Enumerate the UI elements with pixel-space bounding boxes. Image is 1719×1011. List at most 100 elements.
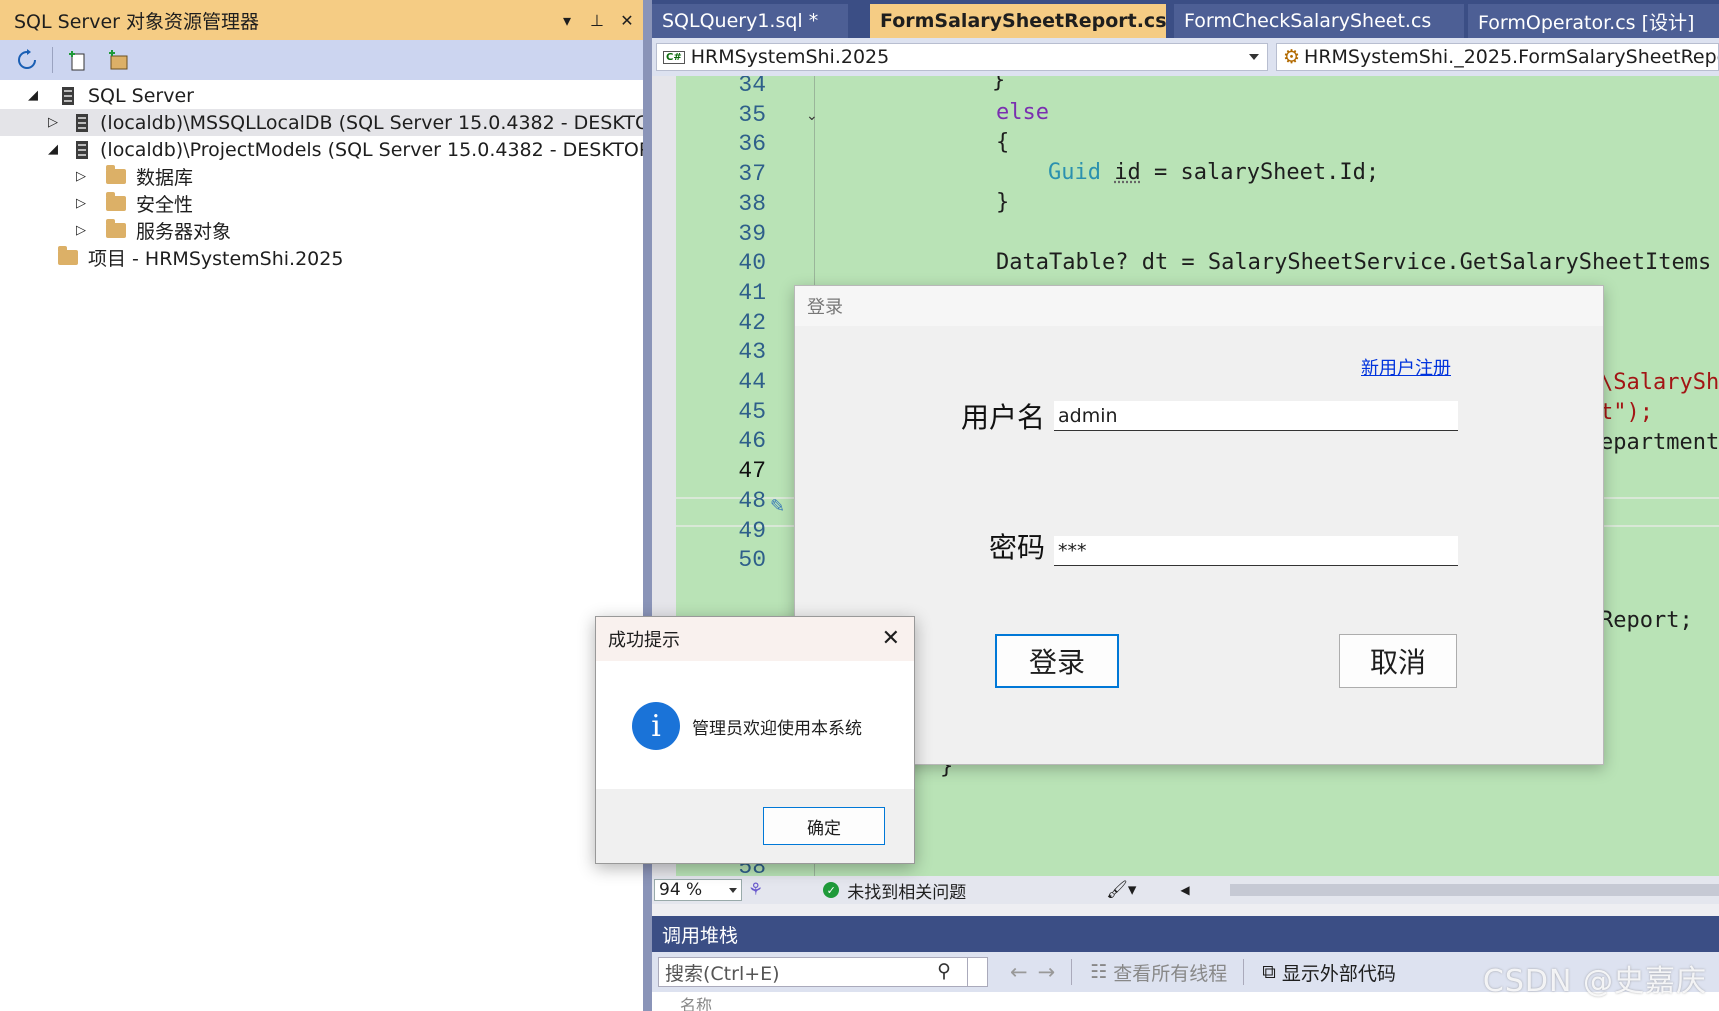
callstack-titlebar: 调用堆栈 bbox=[652, 916, 1719, 952]
expand-arrow-icon[interactable]: ▷ bbox=[72, 223, 90, 238]
class-combo[interactable]: ⚙ HRMSystemShi._2025.FormSalarySheetRepo… bbox=[1276, 43, 1719, 71]
chevron-down-icon bbox=[1249, 54, 1259, 60]
fold-collapse-icon[interactable]: ⌄ bbox=[806, 108, 818, 124]
tab-formchecksalarysheet[interactable]: FormCheckSalarySheet.cs bbox=[1174, 4, 1464, 38]
tree-node[interactable]: ▷ 服务器对象 bbox=[0, 217, 643, 244]
tree-node[interactable]: ◢ SQL Server bbox=[0, 82, 643, 109]
horizontal-scrollbar[interactable] bbox=[1229, 884, 1719, 896]
search-input[interactable]: 搜索(Ctrl+E) bbox=[665, 959, 780, 986]
code-token-variable: id bbox=[1114, 160, 1141, 185]
explorer-titlebar: SQL Server 对象资源管理器 ▾ ⊥ ✕ bbox=[0, 0, 643, 40]
collapse-arrow-icon[interactable]: ◢ bbox=[24, 88, 42, 103]
editor-status-bar: 94 % ⚘ ✓ 未找到相关问题 🖌▾ ◀ bbox=[652, 876, 1719, 904]
tree-node[interactable]: 项目 - HRMSystemShi.2025 bbox=[0, 244, 643, 271]
line-number: 35 bbox=[738, 101, 766, 128]
line-number: 48 bbox=[738, 487, 766, 514]
add-server-icon[interactable] bbox=[63, 45, 93, 75]
username-input[interactable]: admin bbox=[1054, 401, 1458, 431]
collapse-arrow-icon[interactable]: ◢ bbox=[48, 142, 58, 157]
zoom-value: 94 % bbox=[659, 880, 703, 900]
server-icon bbox=[56, 85, 80, 107]
tab-sqlquery1[interactable]: SQLQuery1.sql * bbox=[652, 4, 848, 38]
project-combo[interactable]: C# HRMSystemShi.2025 bbox=[656, 43, 1268, 71]
message-text: 管理员欢迎使用本系统 bbox=[692, 718, 862, 739]
tree-node-label: 数据库 bbox=[136, 167, 194, 189]
line-number: 42 bbox=[738, 309, 766, 336]
back-arrow-icon[interactable]: ← bbox=[1010, 960, 1028, 984]
tree-node[interactable]: ▷ 数据库 bbox=[0, 163, 643, 190]
expand-arrow-icon[interactable]: ▷ bbox=[72, 169, 90, 184]
forward-arrow-icon[interactable]: → bbox=[1038, 960, 1056, 984]
tree-node[interactable]: ◢ (localdb)\ProjectModels (SQL Server 15.… bbox=[0, 136, 643, 163]
line-number: 36 bbox=[738, 131, 766, 158]
register-link[interactable]: 新用户注册 bbox=[1361, 354, 1451, 380]
tab-label: FormOperator.cs [设计] bbox=[1478, 11, 1695, 34]
code-line-34: } bbox=[992, 76, 1006, 93]
search-icon[interactable]: ⚲ bbox=[937, 960, 951, 982]
expand-arrow-icon[interactable]: ▷ bbox=[48, 115, 58, 130]
search-dropdown[interactable] bbox=[967, 958, 987, 986]
navigation-bar: C# HRMSystemShi.2025 ⚙ HRMSystemShi._202… bbox=[652, 38, 1719, 76]
cleanup-brush-icon[interactable]: 🖌▾ bbox=[1106, 880, 1136, 900]
object-explorer-panel: SQL Server 对象资源管理器 ▾ ⊥ ✕ ◢ SQL Server ▷ (lo… bbox=[0, 0, 652, 1011]
success-message-box: 成功提示 ✕ i 管理员欢迎使用本系统 确定 bbox=[595, 616, 915, 864]
document-tabs: SQLQuery1.sql * FormSalarySheetReport.cs… bbox=[652, 0, 1719, 38]
copilot-icon[interactable]: ⚘ bbox=[748, 880, 763, 900]
line-number: 34 bbox=[738, 76, 766, 98]
message-titlebar: 成功提示 ✕ bbox=[596, 617, 914, 661]
threads-icon: ☷ bbox=[1090, 961, 1108, 983]
tab-formsalarysheetreport[interactable]: FormSalarySheetReport.cs ⊣ ✕ bbox=[870, 4, 1224, 38]
expand-arrow-icon[interactable]: ▷ bbox=[72, 196, 90, 211]
close-icon[interactable]: ✕ bbox=[882, 626, 900, 651]
issues-status[interactable]: 未找到相关问题 bbox=[847, 878, 966, 903]
add-project-icon[interactable] bbox=[103, 45, 133, 75]
dropdown-icon[interactable]: ▾ bbox=[553, 6, 581, 34]
watermark: CSDN @史嘉庆 bbox=[1482, 964, 1707, 999]
zoom-selector[interactable]: 94 % bbox=[654, 879, 742, 901]
folder-icon bbox=[104, 165, 128, 188]
message-footer: 确定 bbox=[596, 789, 914, 863]
folder-icon bbox=[56, 246, 80, 269]
refresh-icon[interactable] bbox=[12, 45, 42, 75]
server-icon bbox=[72, 112, 92, 134]
tree-node[interactable]: ▷ (localdb)\MSSQLLocalDB (SQL Server 15.0… bbox=[0, 109, 643, 136]
class-icon: ⚙ bbox=[1283, 46, 1301, 68]
tab-formoperator-design[interactable]: FormOperator.cs [设计] bbox=[1468, 4, 1719, 38]
ok-button[interactable]: 确定 bbox=[763, 807, 885, 845]
tree-node-label: SQL Server bbox=[88, 84, 194, 107]
csharp-file-icon: C# bbox=[663, 50, 685, 64]
tree-node-label: 安全性 bbox=[136, 194, 194, 216]
tree-node-label: 项目 - HRMSystemShi.2025 bbox=[88, 248, 344, 270]
callstack-search[interactable]: 搜索(Ctrl+E) ⚲ bbox=[658, 957, 988, 987]
view-all-threads-button[interactable]: ☷ 查看所有线程 bbox=[1090, 959, 1227, 986]
callstack-title: 调用堆栈 bbox=[662, 924, 739, 947]
line-number: 49 bbox=[738, 517, 766, 544]
login-title: 登录 bbox=[807, 297, 843, 318]
line-number: 43 bbox=[738, 339, 766, 366]
tree-node-label: 服务器对象 bbox=[136, 221, 232, 243]
login-button[interactable]: 登录 bbox=[995, 634, 1119, 688]
line-number: 41 bbox=[738, 279, 766, 306]
message-body: i 管理员欢迎使用本系统 bbox=[596, 661, 914, 791]
toolbar-separator bbox=[52, 47, 53, 73]
show-external-code-label: 显示外部代码 bbox=[1281, 962, 1396, 985]
code-line-36: { bbox=[996, 130, 1010, 155]
line-number: 44 bbox=[738, 369, 766, 395]
line-number: 50 bbox=[738, 547, 766, 574]
show-external-code-button[interactable]: ⧉ 显示外部代码 bbox=[1262, 959, 1396, 986]
code-line-45: t"); bbox=[1600, 400, 1653, 425]
code-line-46: epartment bbox=[1600, 430, 1719, 455]
line-number: 39 bbox=[738, 220, 766, 247]
scroll-left-icon[interactable]: ◀ bbox=[1180, 883, 1189, 897]
cancel-button[interactable]: 取消 bbox=[1339, 634, 1457, 688]
code-line-37: Guid id = salarySheet.Id; bbox=[1048, 160, 1379, 185]
quick-action-icon[interactable]: ✎ bbox=[770, 496, 785, 517]
close-icon[interactable]: ✕ bbox=[613, 6, 641, 34]
password-input[interactable]: *** bbox=[1054, 536, 1458, 566]
username-label: 用户名 bbox=[961, 401, 1046, 434]
line-number: 47 bbox=[738, 458, 766, 485]
tree-node-label: (localdb)\ProjectModels (SQL Server 15.0… bbox=[100, 138, 643, 161]
pin-icon[interactable]: ⊥ bbox=[583, 6, 611, 34]
info-icon: i bbox=[632, 702, 680, 750]
tree-node[interactable]: ▷ 安全性 bbox=[0, 190, 643, 217]
